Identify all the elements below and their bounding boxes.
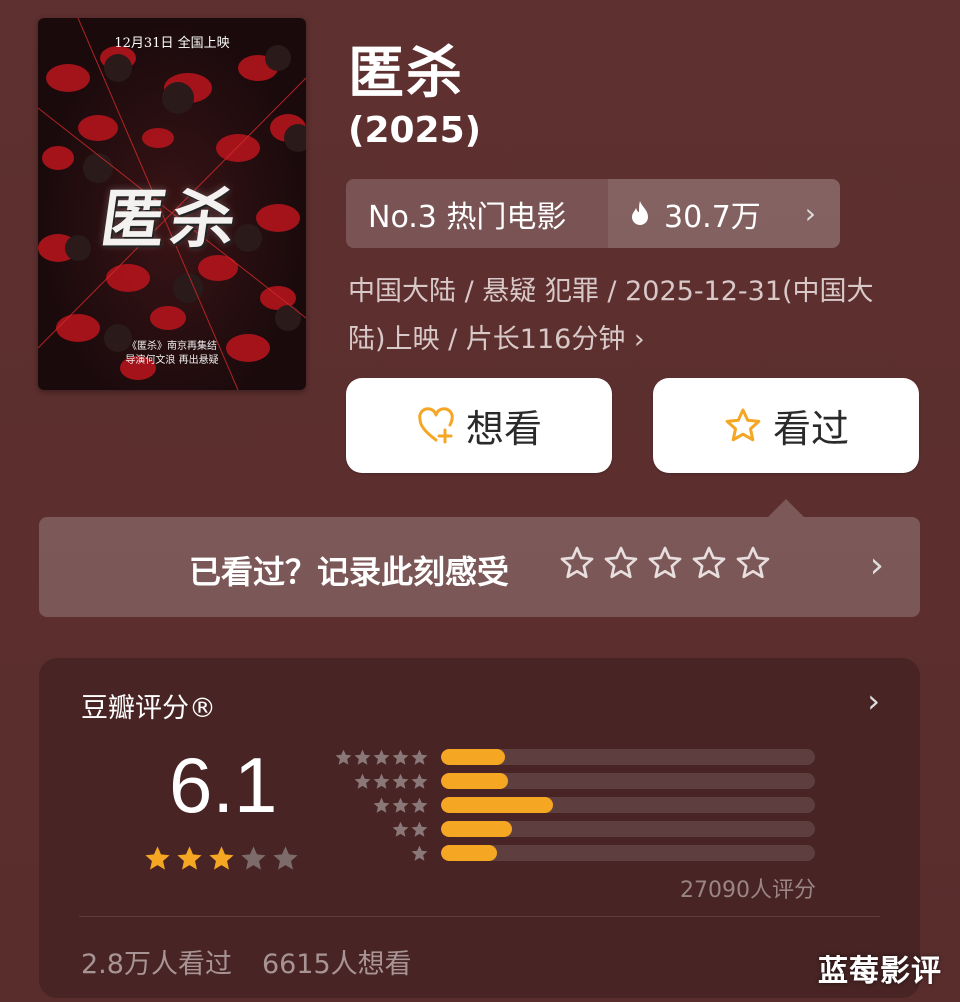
poster-title-art: 匿杀 (95, 182, 247, 257)
distribution-row-1-star (329, 844, 815, 862)
score-card-title: 豆瓣评分® (81, 693, 216, 724)
distribution-row-3-star (329, 796, 815, 814)
distribution-bar (441, 845, 498, 861)
star-empty-icon (273, 846, 298, 870)
star-empty-icon (241, 846, 266, 870)
want-label: 想看 (465, 407, 542, 451)
distribution-row-4-star (329, 772, 815, 790)
movie-meta-info[interactable]: 中国大陆 / 悬疑 犯罪 / 2025-12-31(中国大陆)上映 / 片长11… (348, 268, 908, 364)
star-small-icon (411, 821, 428, 837)
heart-plus-icon (418, 406, 454, 443)
star-outline-icon[interactable] (647, 545, 683, 581)
distribution-row-5-star (329, 748, 815, 766)
distribution-bar (441, 773, 509, 789)
star-small-icon (373, 797, 390, 813)
star-small-icon (335, 749, 352, 765)
rank-label: No.3 热门电影 (368, 199, 567, 235)
want-count[interactable]: 6615人想看 (262, 942, 412, 981)
star-filled-icon (145, 846, 170, 870)
distribution-bar (441, 749, 505, 765)
star-small-icon (373, 773, 390, 789)
star-small-icon (373, 749, 390, 765)
want-to-watch-button[interactable]: 想看 (346, 378, 612, 473)
star-small-icon (411, 749, 428, 765)
poster-release-date: 12月31日 全国上映 (114, 36, 230, 51)
douban-score-card: 豆瓣评分® › 6.1 27090人评分 2.8万人看过 6615人想看 (39, 658, 920, 998)
movie-title: 匿杀 (348, 41, 464, 106)
divider (79, 916, 880, 917)
chevron-right-icon[interactable]: › (870, 545, 884, 586)
distribution-bar (441, 797, 554, 813)
rate-prompt-text: 已看过？记录此刻感受 (189, 553, 510, 591)
distribution-star-label (329, 748, 429, 767)
watched-button[interactable]: 看过 (653, 378, 919, 473)
heat-section[interactable]: 30.7万 › (608, 179, 840, 248)
movie-poster[interactable]: 12月31日 全国上映 匿杀 《匿杀》南京再集结 导演何文浪 再出悬疑 (38, 18, 306, 390)
score-stars (143, 844, 300, 873)
star-filled-icon (209, 846, 234, 870)
rate-prompt-bar[interactable]: 已看过？记录此刻感受 › (39, 517, 920, 617)
star-outline-icon[interactable] (559, 545, 595, 581)
chevron-right-icon[interactable]: › (867, 682, 880, 720)
poster-credit-line: 导演何文浪 再出悬疑 (125, 355, 219, 366)
rater-count: 27090人评分 (680, 878, 816, 903)
distribution-bar (441, 821, 513, 837)
movie-detail-page: 12月31日 全国上映 匿杀 《匿杀》南京再集结 导演何文浪 再出悬疑 匿杀 (… (0, 0, 960, 1002)
distribution-star-label (329, 772, 429, 791)
distribution-star-label (329, 796, 429, 815)
star-small-icon (392, 797, 409, 813)
distribution-track (441, 821, 815, 837)
audience-stats: 2.8万人看过 6615人想看 (81, 942, 412, 981)
poster-credit-line: 《匿杀》南京再集结 (127, 341, 217, 352)
star-small-icon (411, 773, 428, 789)
star-outline-icon[interactable] (735, 545, 771, 581)
distribution-star-label (329, 844, 429, 863)
star-small-icon (392, 773, 409, 789)
star-outline-icon (725, 408, 761, 441)
star-small-icon (354, 773, 371, 789)
watermark-text: 蓝莓影评 (818, 954, 942, 989)
average-score: 6.1 (169, 741, 278, 829)
distribution-track (441, 797, 815, 813)
popover-arrow (768, 499, 804, 517)
star-small-icon (411, 797, 428, 813)
poster-credit: 《匿杀》南京再集结 导演何文浪 再出悬疑 (38, 340, 306, 368)
distribution-track (441, 773, 815, 789)
movie-year: (2025) (348, 110, 482, 151)
hot-rank-pill[interactable]: No.3 热门电影 30.7万 › (346, 179, 840, 248)
star-small-icon (411, 845, 428, 861)
flame-icon (632, 200, 648, 225)
star-small-icon (354, 749, 371, 765)
distribution-star-label (329, 820, 429, 839)
heat-value: 30.7万 (664, 199, 761, 235)
seen-label: 看过 (772, 407, 849, 451)
star-small-icon (392, 821, 409, 837)
distribution-track (441, 749, 815, 765)
star-filled-icon (177, 846, 202, 870)
star-outline-icon[interactable] (691, 545, 727, 581)
chevron-right-icon: › (804, 197, 816, 230)
star-small-icon (392, 749, 409, 765)
star-outline-icon[interactable] (603, 545, 639, 581)
seen-count[interactable]: 2.8万人看过 (81, 942, 232, 981)
distribution-row-2-star (329, 820, 815, 838)
rating-stars-input[interactable] (559, 545, 771, 581)
distribution-track (441, 845, 815, 861)
